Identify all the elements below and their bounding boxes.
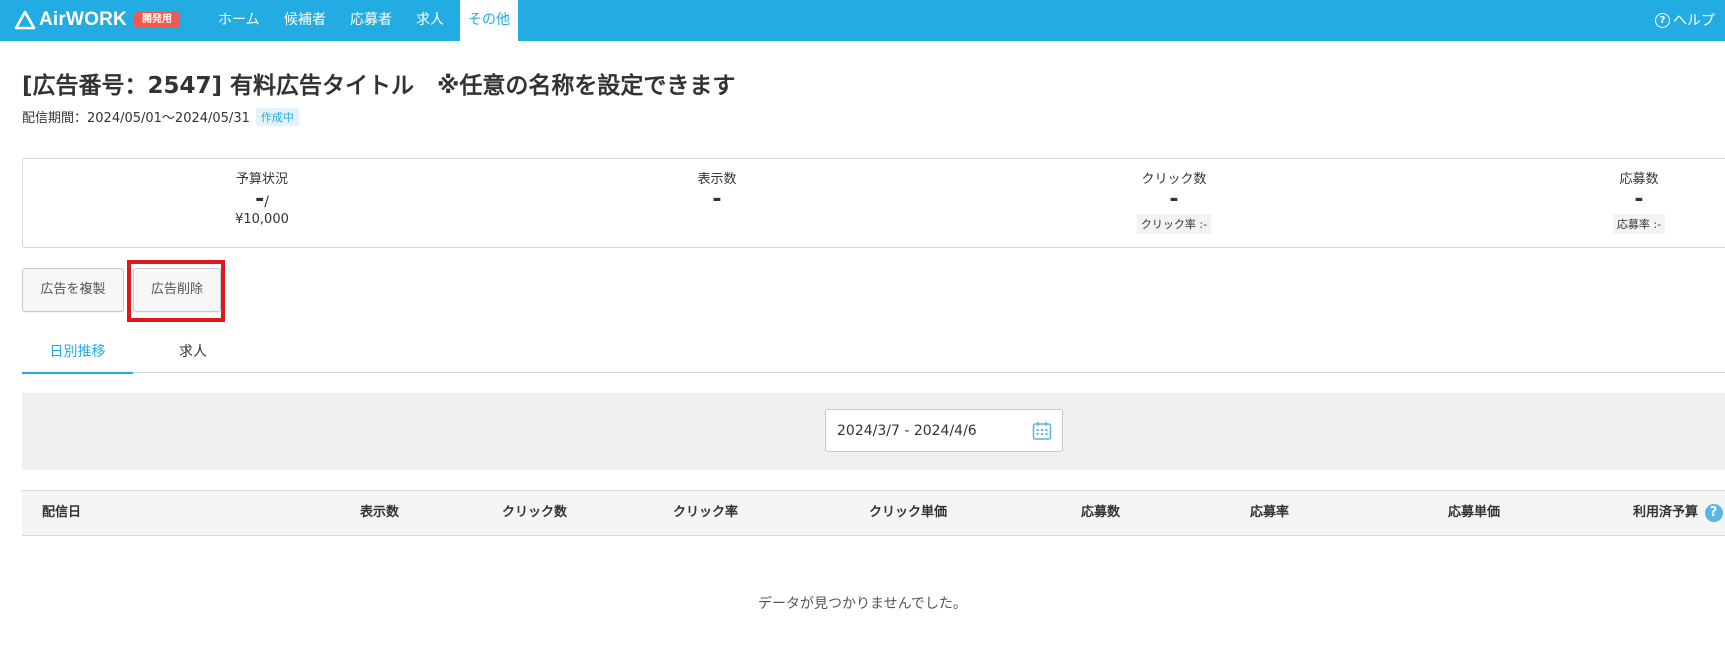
- stat-impressions-value: -: [712, 187, 722, 212]
- tab-daily-trend[interactable]: 日別推移: [22, 338, 133, 374]
- nav-candidates[interactable]: 候補者: [276, 0, 334, 41]
- stat-budget-separator: /: [264, 194, 269, 210]
- help-link[interactable]: ? ヘルプ: [1655, 0, 1715, 41]
- stat-budget-label: 予算状況: [235, 172, 288, 187]
- column-used-budget-label: 利用済予算: [1633, 505, 1699, 520]
- airwork-logo[interactable]: AirWORK: [14, 8, 127, 32]
- stat-applications-label: 応募数: [1619, 172, 1659, 187]
- nav-jobs[interactable]: 求人: [408, 0, 452, 41]
- date-range-picker[interactable]: 2024/3/7 - 2024/4/6: [825, 409, 1063, 452]
- logo-text: AirWORK: [39, 9, 127, 30]
- duplicate-ad-button[interactable]: 広告を複製: [22, 268, 124, 312]
- date-range-value: 2024/3/7 - 2024/4/6: [837, 423, 977, 439]
- airwork-logo-icon: [14, 10, 36, 30]
- stats-panel: 予算状況 -/ ¥10,000 表示数 - クリック数 - クリック率 :- 応…: [22, 158, 1725, 248]
- stat-impressions-label: 表示数: [697, 172, 737, 187]
- filter-bar: 2024/3/7 - 2024/4/6: [22, 393, 1725, 470]
- tab-jobs[interactable]: 求人: [143, 338, 243, 372]
- column-cost-per-click: クリック単価: [869, 505, 948, 520]
- column-used-budget: 利用済予算 ?: [1633, 491, 1723, 535]
- stat-budget: 予算状況 -/ ¥10,000: [162, 159, 362, 227]
- stat-clicks-label: クリック数: [1141, 172, 1207, 187]
- stat-budget-total: ¥10,000: [235, 212, 289, 227]
- column-delivery-date: 配信日: [42, 505, 82, 520]
- stat-applications-value: -: [1634, 187, 1644, 212]
- dev-environment-badge: 開発用: [134, 12, 180, 28]
- application-rate-chip: 応募率 :-: [1612, 214, 1666, 234]
- column-applications: 応募数: [1081, 505, 1121, 520]
- column-clicks: クリック数: [502, 505, 568, 520]
- stat-clicks: クリック数 - クリック率 :-: [1074, 159, 1274, 234]
- click-rate-chip: クリック率 :-: [1136, 214, 1212, 234]
- page-title: [広告番号：2547] 有料広告タイトル ※任意の名称を設定できます: [22, 73, 736, 99]
- column-click-rate: クリック率: [673, 505, 739, 520]
- help-question-icon[interactable]: ?: [1704, 503, 1723, 522]
- column-cost-per-application: 応募単価: [1448, 505, 1501, 520]
- top-navigation-bar: AirWORK 開発用 ホーム 候補者 応募者 求人 その他 ? ヘルプ: [0, 0, 1725, 41]
- nav-other[interactable]: その他: [460, 0, 518, 41]
- status-badge: 作成中: [255, 107, 299, 126]
- table-header: 配信日 表示数 クリック数 クリック率 クリック単価 応募数 応募率 応募単価 …: [22, 490, 1725, 536]
- stat-budget-used: -: [255, 187, 265, 212]
- stat-clicks-value: -: [1169, 187, 1179, 212]
- nav-applicants[interactable]: 応募者: [342, 0, 400, 41]
- empty-state-message: データが見つかりませんでした。: [758, 596, 967, 612]
- stat-impressions: 表示数 -: [617, 159, 817, 211]
- period-text: 配信期間：2024/05/01～2024/05/31: [22, 111, 250, 126]
- help-label: ヘルプ: [1673, 12, 1715, 29]
- stat-applications: 応募数 - 応募率 :-: [1539, 159, 1725, 234]
- column-impressions: 表示数: [360, 505, 400, 520]
- calendar-icon[interactable]: [1032, 421, 1052, 441]
- tab-bar: 日別推移 求人: [22, 338, 1725, 374]
- delete-button-highlight: [127, 260, 225, 322]
- help-question-icon: ?: [1655, 13, 1670, 28]
- column-application-rate: 応募率: [1250, 505, 1290, 520]
- nav-home[interactable]: ホーム: [210, 0, 268, 41]
- delivery-period: 配信期間：2024/05/01～2024/05/31 作成中: [22, 107, 299, 126]
